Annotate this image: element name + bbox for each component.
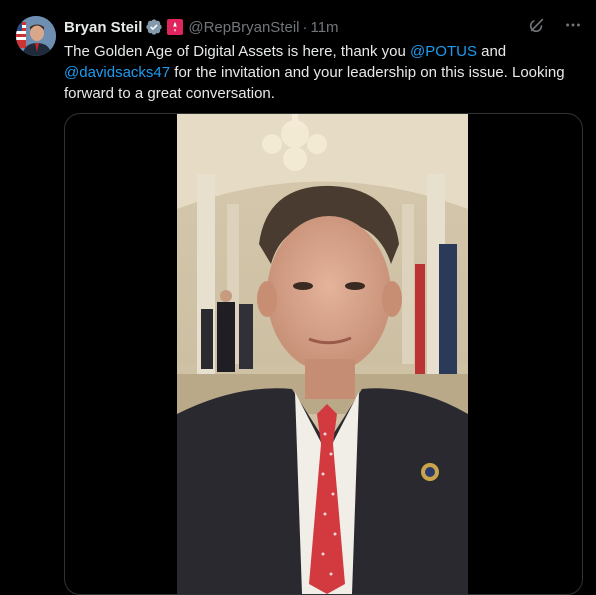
separator-dot: · (302, 18, 308, 36)
tweet[interactable]: Bryan Steil @RepBryanSteil · 11m The Gol… (0, 0, 596, 595)
video-player[interactable] (177, 114, 468, 594)
header-actions (528, 16, 582, 34)
timestamp[interactable]: 11m (310, 19, 338, 36)
government-label-icon[interactable] (167, 19, 184, 35)
mention-davidsacks47[interactable]: @davidsacks47 (64, 64, 170, 81)
verified-badge-icon[interactable] (145, 18, 163, 36)
handle[interactable]: @RepBryanSteil (188, 19, 299, 36)
display-name[interactable]: Bryan Steil (64, 19, 142, 36)
more-options-icon[interactable] (564, 16, 582, 34)
tweet-text-part: The Golden Age of Digital Assets is here… (64, 43, 411, 60)
video-frame (177, 114, 468, 594)
avatar[interactable] (16, 16, 56, 56)
tweet-text-part: and (476, 43, 507, 60)
mention-potus[interactable]: @POTUS (410, 43, 477, 60)
media-container[interactable] (64, 113, 583, 595)
grok-icon[interactable] (528, 16, 546, 34)
tweet-text: The Golden Age of Digital Assets is here… (64, 41, 584, 104)
tweet-header: Bryan Steil @RepBryanSteil · 11m (64, 16, 586, 38)
